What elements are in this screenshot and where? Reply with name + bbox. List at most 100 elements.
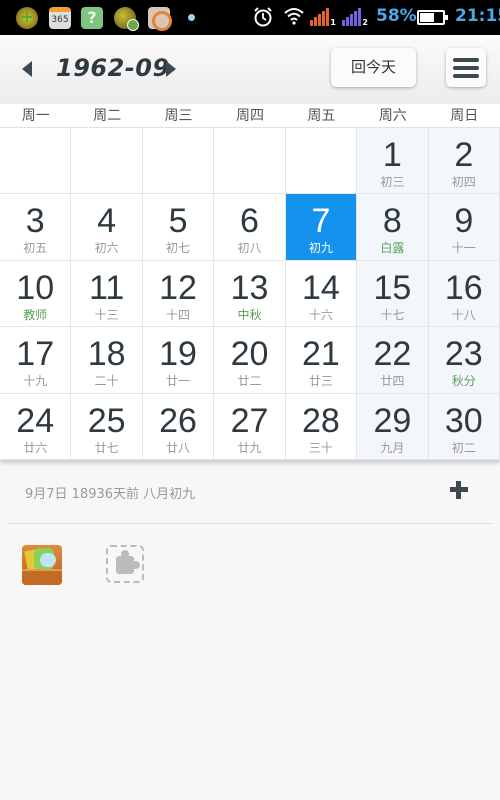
hamburger-menu-bar [453,74,479,78]
chevron-right-icon[interactable] [166,61,176,77]
day-number: 17 [16,335,55,374]
lunar-date: 廿六 [23,440,48,455]
lunar-date: 十六 [308,307,333,322]
day-cell[interactable]: 5 初七 [142,194,215,261]
day-cell[interactable]: 12 十四 [142,260,215,328]
weekday-label: 周一 [21,108,50,124]
day-number: 9 [454,202,474,241]
divider [8,523,492,524]
day-cell[interactable]: 6 初八 [214,194,286,261]
day-cell[interactable]: 24 廿六 [0,393,72,460]
day-cell[interactable]: 27 廿九 [214,393,286,460]
empty-day-cell [142,128,215,195]
lunar-date: 十四 [166,307,191,322]
calendar-365-icon: 365 [49,7,71,29]
wifi-icon [284,8,304,25]
day-cell[interactable]: 10 教师 [0,260,72,328]
day-number: 15 [373,268,412,307]
day-cell[interactable]: 29 九月 [357,393,429,460]
day-cell[interactable]: 18 二十 [71,327,143,394]
day-number: 4 [97,202,117,241]
day-number: 21 [302,335,340,374]
lunar-date: 廿九 [237,440,262,455]
day-cell[interactable]: 2 初四 [428,128,500,195]
day-cell[interactable]: 22 廿四 [357,327,429,394]
day-cell[interactable]: 30 初二 [428,393,500,460]
lunar-date: 廿三 [308,374,333,389]
day-cell-selected[interactable]: 7 初九 [285,194,358,261]
day-cell[interactable]: 15 十七 [357,260,429,328]
weekday-label: 周日 [450,108,479,124]
no-disturb-icon [148,7,172,31]
sim1-label: 1 [330,18,336,27]
lunar-date: 初八 [237,241,262,256]
day-number: 24 [16,401,55,440]
lunar-date: 十八 [451,307,476,322]
lunar-date: 初五 [23,241,48,256]
day-cell[interactable]: 4 初六 [71,194,143,261]
security-check-icon [114,7,139,31]
lunar-date: 廿七 [94,440,119,455]
day-cell[interactable]: 17 十九 [0,327,72,394]
day-cell[interactable]: 23 秋分 [428,327,500,394]
day-number: 5 [168,202,188,241]
day-cell[interactable]: 14 十六 [285,260,358,328]
day-cell[interactable]: 20 廿二 [214,327,286,394]
festival-label: 中秋 [237,307,262,322]
lunar-date: 三十 [308,440,333,455]
clock-time: 21:15 [455,6,500,26]
day-cell[interactable]: 1 初三 [357,128,429,195]
day-number: 16 [444,268,483,307]
weekday-label: 周四 [235,108,264,124]
day-cell[interactable]: 9 十一 [428,194,500,261]
battery-icon [417,10,448,25]
lunar-date: 廿八 [166,440,191,455]
weekday-label: 周二 [93,108,122,124]
day-number: 3 [25,202,45,241]
day-cell[interactable]: 8 白露 [357,194,429,261]
day-cell[interactable]: 26 廿八 [142,393,215,460]
day-number: 8 [382,202,402,241]
day-cell[interactable]: 16 十八 [428,260,500,328]
lunar-date: 二十 [94,374,119,389]
lunar-date: 初六 [94,241,119,256]
app-box-icon[interactable] [22,545,62,585]
lunar-date: 初九 [308,241,333,256]
app-box-card [40,553,56,567]
add-plugin-icon[interactable] [106,545,144,583]
day-cell[interactable]: 21 廿三 [285,327,358,394]
lunar-date: 初四 [451,175,476,189]
day-cell[interactable]: 19 廿一 [142,327,215,394]
day-number: 2 [454,136,474,174]
hamburger-menu-icon [453,58,479,62]
day-number: 28 [302,401,340,440]
day-number: 29 [373,401,412,440]
lunar-date: 廿四 [380,374,405,389]
day-number: 25 [87,401,126,440]
plus-icon[interactable] [450,481,468,499]
day-number: 30 [444,401,483,440]
chevron-left-icon[interactable] [22,61,32,77]
menu-button[interactable] [446,48,486,87]
lunar-date: 廿一 [166,374,191,389]
weekday-label: 周五 [307,108,336,124]
lunar-date: 十九 [23,374,48,389]
day-cell[interactable]: 13 中秋 [214,260,286,328]
lunar-date: 初七 [166,241,191,256]
lunar-date: 十一 [451,241,476,256]
day-cell[interactable]: 28 三十 [285,393,358,460]
day-number: 19 [159,335,197,374]
day-cell[interactable]: 11 十三 [71,260,143,328]
empty-day-cell [71,128,143,195]
empty-day-cell [285,128,358,195]
day-cell[interactable]: 25 廿七 [71,393,143,460]
signal-sim1-icon: 1 [310,8,336,27]
day-number: 12 [159,268,197,307]
day-cell[interactable]: 3 初五 [0,194,72,261]
festival-label: 白露 [380,241,405,256]
back-to-today-button[interactable]: 回今天 [331,48,416,87]
weekday-label: 周三 [164,108,193,124]
notification-dot-icon [188,14,195,21]
lunar-date: 十三 [94,307,119,322]
month-title[interactable]: 1962-09 [56,54,170,82]
